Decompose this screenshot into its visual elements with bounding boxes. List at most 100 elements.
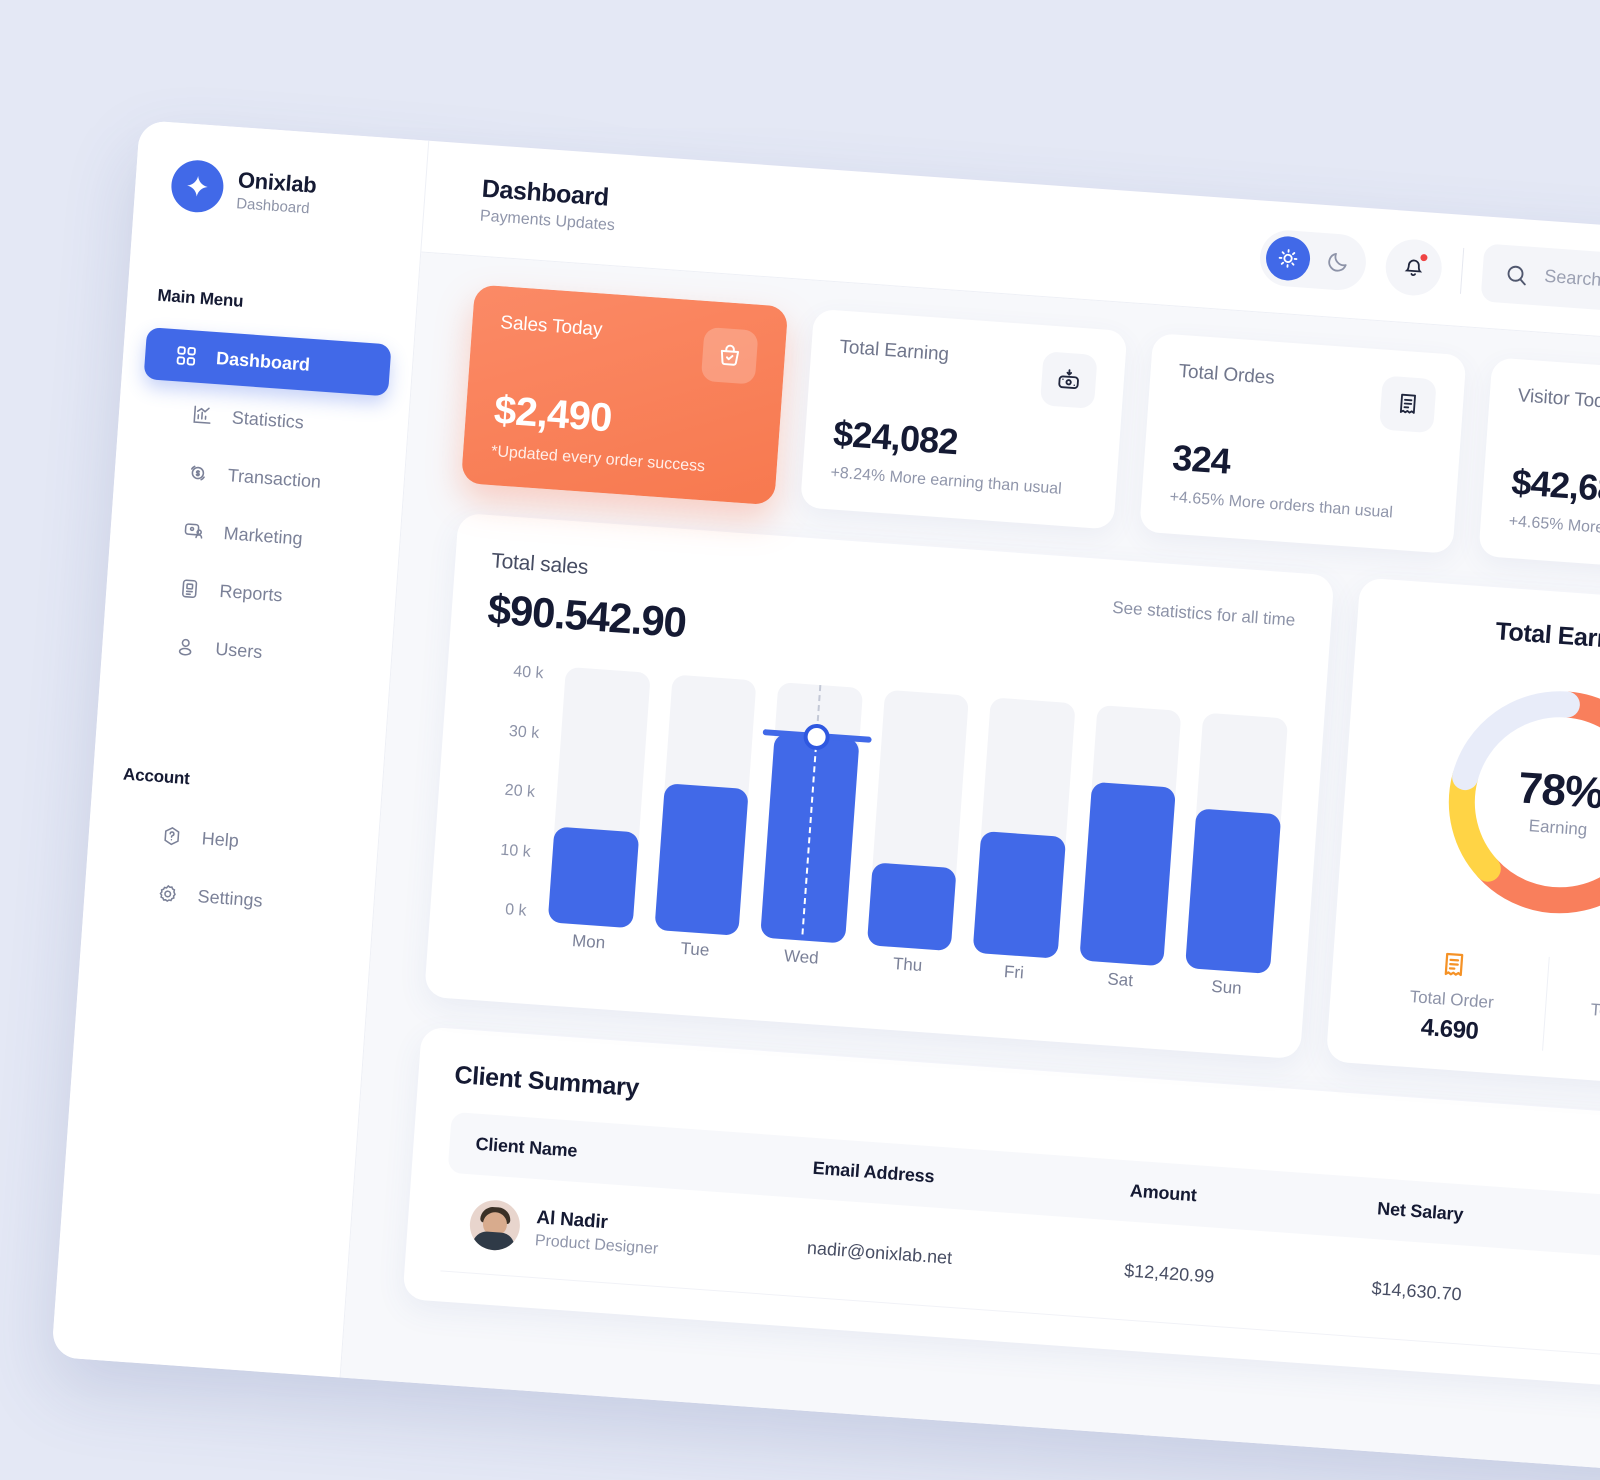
sidebar-item-label: Statistics: [231, 406, 305, 432]
bar-label: Mon: [571, 931, 606, 953]
stat-card-visitor-today[interactable]: Visitor Today $42,682 +4.65% More visito…: [1478, 357, 1600, 579]
y-tick: 0 k: [504, 901, 528, 920]
cell-email: nadir@onixlab.net: [806, 1237, 953, 1268]
stat-label: Total Earning: [838, 336, 950, 366]
stat-value: $24,082: [831, 412, 960, 463]
bar-fill: [866, 862, 957, 952]
brand[interactable]: Onixlab Dashboard: [134, 156, 426, 229]
wallet-blue-icon: [1547, 957, 1600, 1000]
light-mode-button[interactable]: [1264, 234, 1312, 282]
bar-chart: 40 k 30 k 20 k 10 k 0 k Mon Tue Wed Thu Fri S…: [463, 661, 1289, 1008]
sidebar-item-statistics[interactable]: Statistics: [139, 385, 387, 454]
bar-label: Thu: [892, 954, 923, 976]
stat-label: Sales Today: [499, 312, 603, 341]
search-box[interactable]: [1480, 242, 1600, 325]
sidebar-section-account: Account: [122, 764, 191, 789]
dashboard-stage: Onixlab Dashboard Main Menu Dashboard St…: [51, 120, 1600, 1480]
sidebar-item-dashboard[interactable]: Dashboard: [143, 327, 392, 397]
gear-icon: [154, 880, 182, 908]
bar-column[interactable]: Wed: [758, 682, 872, 977]
y-tick: 20 k: [504, 781, 536, 801]
main-area: Dashboard Payments Updates Search Sales …: [340, 140, 1600, 1480]
earning-title: Total Earning: [1494, 617, 1600, 657]
stat-note: +4.65% More visitor than usual: [1508, 512, 1600, 546]
sidebar-item-label: Help: [201, 827, 240, 851]
donut-center: 78% Earning: [1426, 669, 1600, 936]
bar-fill: [1079, 781, 1177, 967]
content-area: Sales Today $2,490 *Updated every order …: [340, 252, 1600, 1480]
sidebar-item-label: Settings: [196, 885, 264, 911]
bar-column[interactable]: Sun: [1183, 712, 1289, 1008]
notifications-button[interactable]: [1383, 237, 1444, 297]
theme-toggle[interactable]: [1258, 228, 1368, 292]
sidebar-item-reports[interactable]: Reports: [127, 558, 375, 627]
bar-fill: [760, 723, 872, 944]
grid-icon: [172, 342, 200, 370]
bar-column[interactable]: Sat: [1077, 704, 1182, 1000]
earning-stat-value: 4.690: [1419, 1013, 1480, 1045]
sidebar-item-label: Dashboard: [215, 347, 311, 375]
stat-card-sales-today[interactable]: Sales Today $2,490 *Updated every order …: [460, 284, 789, 506]
page-title: Dashboard: [480, 174, 610, 212]
client-summary-card: Client Summary Client Name Email Address…: [402, 1026, 1600, 1395]
transaction-icon: [184, 459, 212, 487]
sidebar-item-transaction[interactable]: Transaction: [135, 443, 383, 512]
search-icon: [1504, 261, 1530, 287]
bar-label: Sat: [1106, 969, 1134, 991]
earning-stat-total-income: Total Income 9.324: [1541, 956, 1600, 1064]
cell-amount: $12,420.99: [1123, 1259, 1215, 1287]
bar-track: [972, 697, 1076, 959]
help-icon: [158, 822, 186, 850]
earning-stat-value: 9.324: [1543, 1023, 1600, 1064]
bar-column[interactable]: Fri: [970, 697, 1076, 992]
cell-client-name: Al Nadir Product Designer: [468, 1198, 791, 1271]
sidebar-item-label: Reports: [218, 580, 284, 605]
bar-track: [1079, 704, 1182, 967]
column-header-client-name: Client Name: [474, 1133, 578, 1161]
sidebar-item-help[interactable]: Help: [109, 806, 357, 875]
sidebar-item-users[interactable]: Users: [123, 616, 371, 685]
dark-mode-button[interactable]: [1314, 238, 1361, 285]
cell-net-salary: $14,630.70: [1370, 1277, 1463, 1304]
donut-chart: 78% Earning: [1426, 669, 1600, 936]
notification-badge: [1418, 251, 1430, 264]
bar-label: Wed: [783, 946, 820, 968]
bar-column[interactable]: Tue: [652, 674, 757, 969]
bar-fill: [547, 826, 639, 929]
chart-icon: [188, 401, 216, 429]
bar-group: Mon Tue Wed Thu Fri Sat Sun: [545, 666, 1289, 1008]
brand-subtitle: Dashboard: [235, 194, 311, 217]
chart-total-value: $90.542.90: [486, 585, 688, 647]
bar-fill: [972, 831, 1066, 959]
y-tick: 10 k: [499, 841, 532, 861]
column-header-amount: Amount: [1129, 1180, 1198, 1206]
bar-label: Fri: [1003, 961, 1025, 983]
marketing-icon: [180, 517, 208, 545]
column-header-email: Email Address: [812, 1157, 936, 1187]
see-all-statistics-link[interactable]: See statistics for all time: [1112, 598, 1296, 631]
bar-track: [547, 666, 651, 929]
topbar-divider: [1459, 247, 1465, 294]
bar-track: [1185, 712, 1289, 974]
sidebar-item-label: Users: [214, 638, 264, 662]
bar-handle[interactable]: [803, 723, 831, 752]
sidebar-item-label: Marketing: [223, 522, 304, 549]
sidebar-item-marketing[interactable]: Marketing: [131, 501, 379, 570]
stat-card-total-orders[interactable]: Total Ordes 324 +4.65% More orders than …: [1139, 332, 1467, 554]
bar-column[interactable]: Thu: [864, 689, 970, 985]
bar-column[interactable]: Mon: [545, 666, 651, 962]
total-earning-card: Total Earning 78% Earning Total Order 4.…: [1325, 577, 1600, 1092]
sidebar-section-main: Main Menu: [156, 285, 245, 311]
search-input[interactable]: [1543, 265, 1600, 305]
chart-title: Total sales: [490, 549, 589, 580]
bar-label: Sun: [1210, 976, 1243, 998]
earning-stat-total-order: Total Order 4.690: [1356, 943, 1549, 1050]
basket-check-icon: [700, 326, 759, 385]
bar-label: Tue: [680, 938, 710, 960]
y-tick: 40 k: [512, 663, 545, 683]
y-tick: 30 k: [508, 722, 540, 742]
earning-footer-stats: Total Order 4.690 Total Income 9.324: [1356, 943, 1600, 1064]
stat-card-total-earning[interactable]: Total Earning $24,082 +8.24% More earnin…: [800, 308, 1128, 530]
sidebar-item-settings[interactable]: Settings: [105, 864, 353, 933]
